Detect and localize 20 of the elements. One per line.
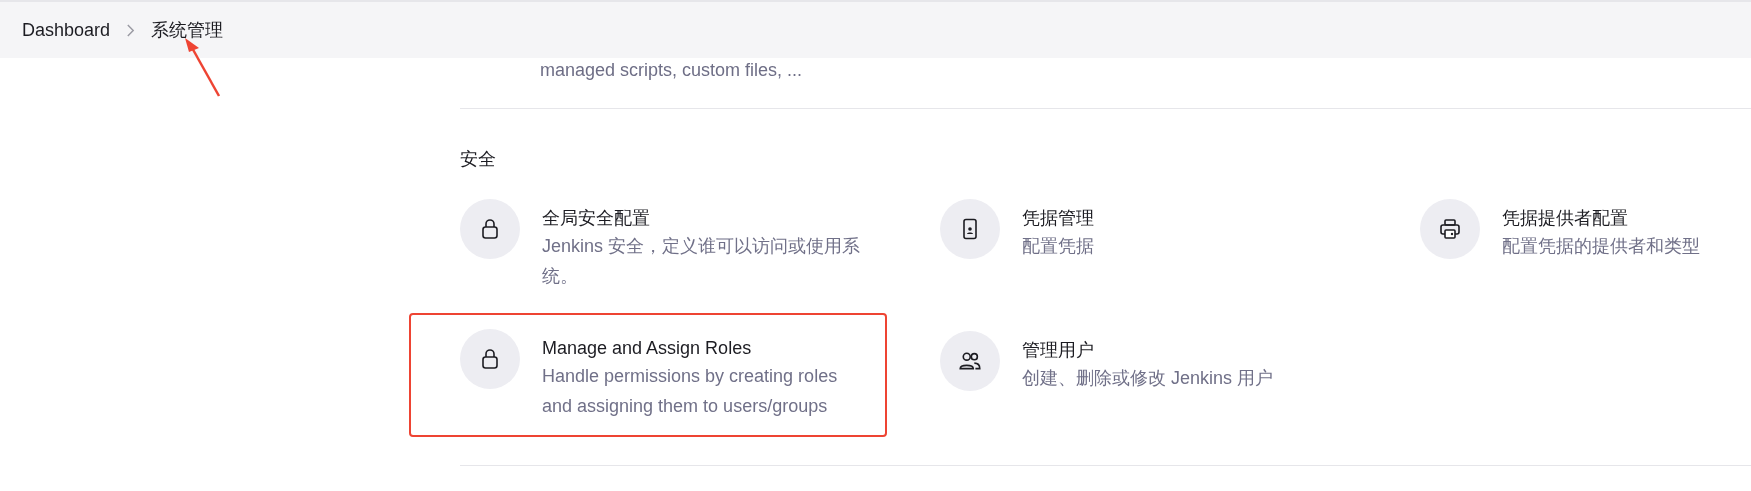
item-title: 全局安全配置: [542, 207, 651, 230]
item-title: 管理用户: [1022, 339, 1095, 362]
settings-item[interactable]: 管理用户 创建、删除或修改 Jenkins 用户: [940, 331, 1420, 435]
item-description: Jenkins 安全，定义谁可以访问或使用系统。: [542, 235, 862, 288]
item-description: Handle permissions by creating roles and assigning them to users/groups: [542, 365, 839, 418]
item-description: managed scripts, custom files, ...: [540, 60, 803, 80]
item-description: 配置凭据: [1022, 235, 1094, 258]
chevron-icon: [126, 23, 136, 37]
settings-item[interactable]: 全局安全配置 Jenkins 安全，定义谁可以访问或使用系统。: [460, 199, 940, 291]
settings-item[interactable]: 凭据提供者配置 配置凭据的提供者和类型: [1420, 199, 1751, 291]
section-heading: 安全: [460, 148, 497, 171]
item-title: 凭据提供者配置: [1502, 207, 1629, 230]
settings-item[interactable]: 凭据管理 配置凭据: [940, 199, 1420, 291]
breadcrumb-link[interactable]: Dashboard: [22, 19, 111, 41]
item-description: 创建、删除或修改 Jenkins 用户: [1022, 367, 1274, 390]
item-description: 配置凭据的提供者和类型: [1502, 235, 1700, 258]
highlighted-item[interactable]: Manage and Assign Roles Handle permissions by creating roles and assigning them to users/groups: [411, 315, 885, 435]
item-title: Manage and Assign Roles: [542, 337, 753, 360]
breadcrumb-link[interactable]: 系统管理: [151, 18, 224, 42]
item-title: 凭据管理: [1022, 207, 1094, 230]
